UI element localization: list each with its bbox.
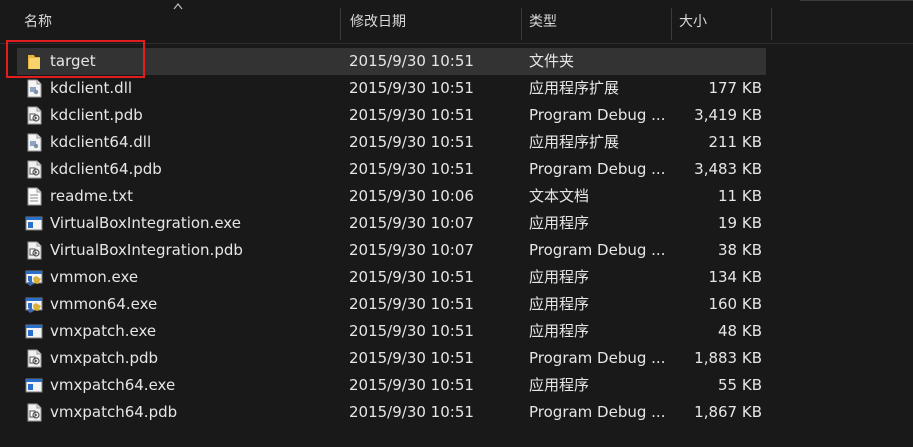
file-type: 应用程序 xyxy=(529,322,590,340)
file-modified-date: 2015/9/30 10:51 xyxy=(349,295,474,313)
file-row[interactable]: vmxpatch64.exe 2015/9/30 10:51 应用程序 55 K… xyxy=(17,372,766,399)
file-row[interactable]: kdclient64.pdb 2015/9/30 10:51 Program D… xyxy=(17,156,766,183)
file-name: vmmon64.exe xyxy=(50,295,158,313)
file-row[interactable]: VirtualBoxIntegration.pdb 2015/9/30 10:0… xyxy=(17,237,766,264)
file-name: VirtualBoxIntegration.pdb xyxy=(50,241,243,259)
file-name: vmxpatch64.exe xyxy=(50,376,176,394)
file-size: 19 KB xyxy=(718,214,762,232)
file-type: Program Debug ... xyxy=(529,106,666,124)
vmmon-app-icon xyxy=(25,268,43,287)
file-type: 应用程序 xyxy=(529,268,590,286)
file-type: 应用程序 xyxy=(529,295,590,313)
column-header-type[interactable]: 类型 xyxy=(529,0,669,43)
exe-window-icon xyxy=(25,322,43,341)
file-row[interactable]: vmmon.exe 2015/9/30 10:51 应用程序 134 KB xyxy=(17,264,766,291)
column-divider[interactable] xyxy=(671,8,672,40)
file-type: 文件夹 xyxy=(529,52,575,70)
file-size: 3,419 KB xyxy=(694,106,762,124)
header-top-line xyxy=(800,0,913,4)
pdb-file-icon xyxy=(25,160,43,179)
pdb-file-icon xyxy=(25,403,43,422)
pdb-file-icon xyxy=(25,349,43,368)
file-modified-date: 2015/9/30 10:06 xyxy=(349,187,474,205)
file-size: 3,483 KB xyxy=(694,160,762,178)
file-row[interactable]: vmmon64.exe 2015/9/30 10:51 应用程序 160 KB xyxy=(17,291,766,318)
file-size: 134 KB xyxy=(708,268,762,286)
file-name: target xyxy=(50,52,96,70)
column-divider[interactable] xyxy=(340,8,341,40)
file-modified-date: 2015/9/30 10:07 xyxy=(349,241,474,259)
folder-icon xyxy=(25,52,43,71)
file-modified-date: 2015/9/30 10:51 xyxy=(349,79,474,97)
file-type: Program Debug ... xyxy=(529,241,666,259)
file-size: 160 KB xyxy=(708,295,762,313)
file-row[interactable]: VirtualBoxIntegration.exe 2015/9/30 10:0… xyxy=(17,210,766,237)
file-name: kdclient64.pdb xyxy=(50,160,162,178)
file-size: 1,883 KB xyxy=(694,349,762,367)
file-size: 11 KB xyxy=(718,187,762,205)
file-modified-date: 2015/9/30 10:51 xyxy=(349,349,474,367)
file-modified-date: 2015/9/30 10:51 xyxy=(349,268,474,286)
file-row[interactable]: vmxpatch64.pdb 2015/9/30 10:51 Program D… xyxy=(17,399,766,426)
file-size: 38 KB xyxy=(718,241,762,259)
column-header-size[interactable]: 大小 xyxy=(679,0,769,43)
exe-window-icon xyxy=(25,214,43,233)
file-row[interactable]: vmxpatch.pdb 2015/9/30 10:51 Program Deb… xyxy=(17,345,766,372)
column-header-bar: 名称 修改日期 类型 大小 xyxy=(0,0,913,44)
column-divider[interactable] xyxy=(521,8,522,40)
file-name: vmxpatch64.pdb xyxy=(50,403,178,421)
file-modified-date: 2015/9/30 10:51 xyxy=(349,160,474,178)
pdb-file-icon xyxy=(25,106,43,125)
file-size: 211 KB xyxy=(708,133,762,151)
file-size: 55 KB xyxy=(718,376,762,394)
file-type: 应用程序扩展 xyxy=(529,79,620,97)
file-row[interactable]: vmxpatch.exe 2015/9/30 10:51 应用程序 48 KB xyxy=(17,318,766,345)
file-type: 应用程序扩展 xyxy=(529,133,620,151)
file-row[interactable]: kdclient.dll 2015/9/30 10:51 应用程序扩展 177 … xyxy=(17,75,766,102)
file-modified-date: 2015/9/30 10:07 xyxy=(349,214,474,232)
file-type: Program Debug ... xyxy=(529,349,666,367)
text-file-icon xyxy=(25,187,43,206)
file-type: Program Debug ... xyxy=(529,403,666,421)
file-name: vmxpatch.exe xyxy=(50,322,157,340)
file-name: vmmon.exe xyxy=(50,268,139,286)
file-name: vmxpatch.pdb xyxy=(50,349,159,367)
pdb-file-icon xyxy=(25,241,43,260)
file-modified-date: 2015/9/30 10:51 xyxy=(349,52,474,70)
file-row[interactable]: readme.txt 2015/9/30 10:06 文本文档 11 KB xyxy=(17,183,766,210)
file-name: kdclient.pdb xyxy=(50,106,143,124)
column-divider[interactable] xyxy=(771,8,772,40)
file-row[interactable]: kdclient.pdb 2015/9/30 10:51 Program Deb… xyxy=(17,102,766,129)
file-row[interactable]: target 2015/9/30 10:51 文件夹 xyxy=(17,48,766,75)
file-size: 1,867 KB xyxy=(694,403,762,421)
file-row[interactable]: kdclient64.dll 2015/9/30 10:51 应用程序扩展 21… xyxy=(17,129,766,156)
file-modified-date: 2015/9/30 10:51 xyxy=(349,376,474,394)
file-type: Program Debug ... xyxy=(529,160,666,178)
file-modified-date: 2015/9/30 10:51 xyxy=(349,403,474,421)
file-type: 应用程序 xyxy=(529,214,590,232)
file-name: kdclient64.dll xyxy=(50,133,152,151)
dll-file-icon xyxy=(25,79,43,98)
file-size: 177 KB xyxy=(708,79,762,97)
file-name: kdclient.dll xyxy=(50,79,133,97)
file-modified-date: 2015/9/30 10:51 xyxy=(349,106,474,124)
file-name: VirtualBoxIntegration.exe xyxy=(50,214,241,232)
file-type: 文本文档 xyxy=(529,187,590,205)
file-type: 应用程序 xyxy=(529,376,590,394)
column-header-date[interactable]: 修改日期 xyxy=(350,0,515,43)
exe-window-icon xyxy=(25,376,43,395)
file-size: 48 KB xyxy=(718,322,762,340)
dll-file-icon xyxy=(25,133,43,152)
vmmon-app-icon xyxy=(25,295,43,314)
file-modified-date: 2015/9/30 10:51 xyxy=(349,322,474,340)
file-modified-date: 2015/9/30 10:51 xyxy=(349,133,474,151)
file-name: readme.txt xyxy=(50,187,134,205)
column-header-name[interactable]: 名称 xyxy=(24,0,339,43)
